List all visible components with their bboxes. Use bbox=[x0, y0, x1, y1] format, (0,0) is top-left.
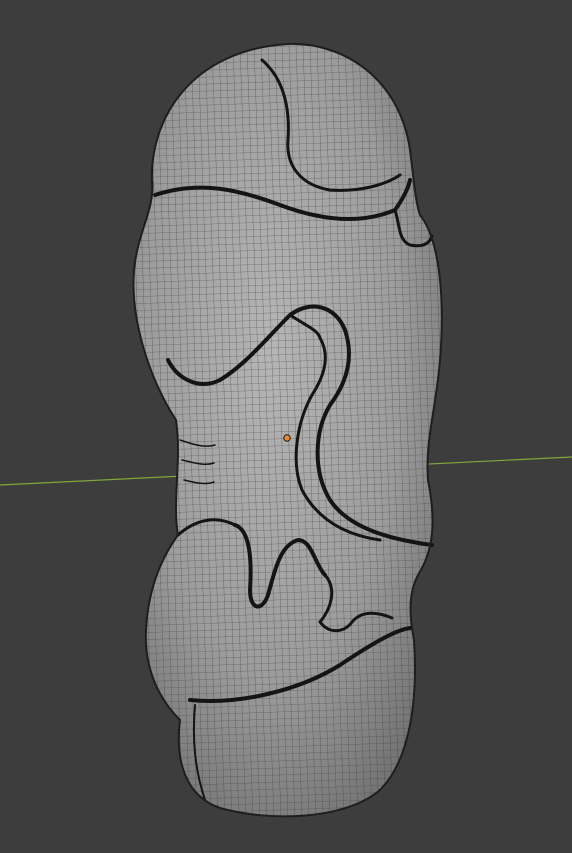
sculpted-sole-mesh[interactable] bbox=[120, 30, 460, 830]
object-origin-icon[interactable] bbox=[283, 434, 291, 442]
3d-viewport[interactable] bbox=[0, 0, 572, 853]
viewport-canvas[interactable] bbox=[0, 0, 572, 853]
